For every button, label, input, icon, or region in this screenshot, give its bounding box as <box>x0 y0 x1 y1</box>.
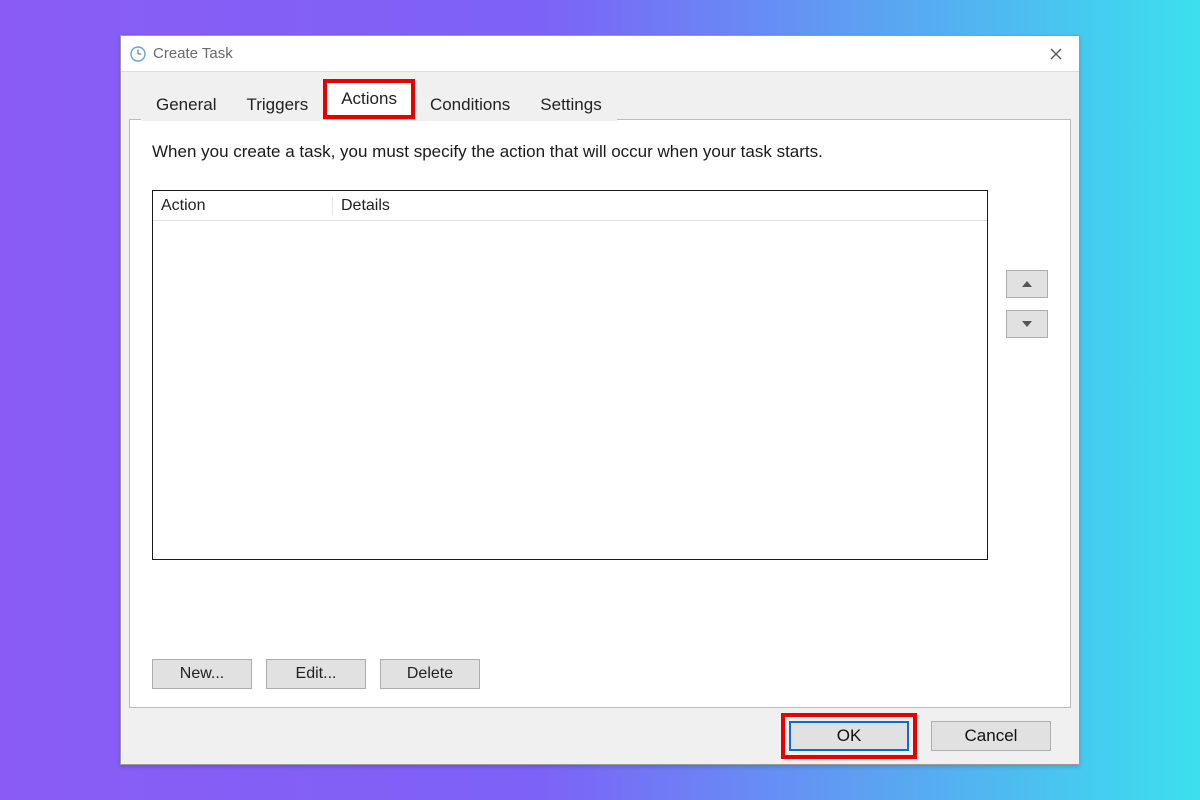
tabstrip: General Triggers Actions Conditions Sett… <box>141 80 1071 120</box>
clock-icon <box>129 45 147 63</box>
close-button[interactable] <box>1033 36 1079 72</box>
reorder-buttons <box>1006 270 1048 338</box>
titlebar: Create Task <box>121 36 1079 72</box>
actions-listbox[interactable]: Action Details <box>152 190 988 560</box>
action-buttons-row: New... Edit... Delete <box>152 659 1048 689</box>
tab-actions[interactable]: Actions <box>323 79 415 119</box>
actions-panel: When you create a task, you must specify… <box>129 119 1071 708</box>
close-icon <box>1050 48 1062 60</box>
chevron-down-icon <box>1022 321 1032 327</box>
ok-button[interactable]: OK <box>789 721 909 751</box>
move-up-button[interactable] <box>1006 270 1048 298</box>
chevron-up-icon <box>1022 281 1032 287</box>
new-button[interactable]: New... <box>152 659 252 689</box>
tab-conditions[interactable]: Conditions <box>415 88 525 121</box>
column-details[interactable]: Details <box>333 197 987 215</box>
list-body[interactable] <box>153 221 987 559</box>
ok-highlight: OK <box>781 713 917 759</box>
window-title: Create Task <box>153 45 233 62</box>
tab-settings[interactable]: Settings <box>525 88 616 121</box>
explain-text: When you create a task, you must specify… <box>152 142 1048 162</box>
dialog-body: General Triggers Actions Conditions Sett… <box>121 72 1079 764</box>
dialog-footer: OK Cancel <box>129 708 1071 764</box>
delete-button[interactable]: Delete <box>380 659 480 689</box>
column-action[interactable]: Action <box>153 197 333 215</box>
move-down-button[interactable] <box>1006 310 1048 338</box>
tab-triggers[interactable]: Triggers <box>231 88 323 121</box>
tab-general[interactable]: General <box>141 88 231 121</box>
cancel-button[interactable]: Cancel <box>931 721 1051 751</box>
edit-button[interactable]: Edit... <box>266 659 366 689</box>
create-task-dialog: Create Task General Triggers Actions Con… <box>120 35 1080 765</box>
list-header: Action Details <box>153 191 987 221</box>
